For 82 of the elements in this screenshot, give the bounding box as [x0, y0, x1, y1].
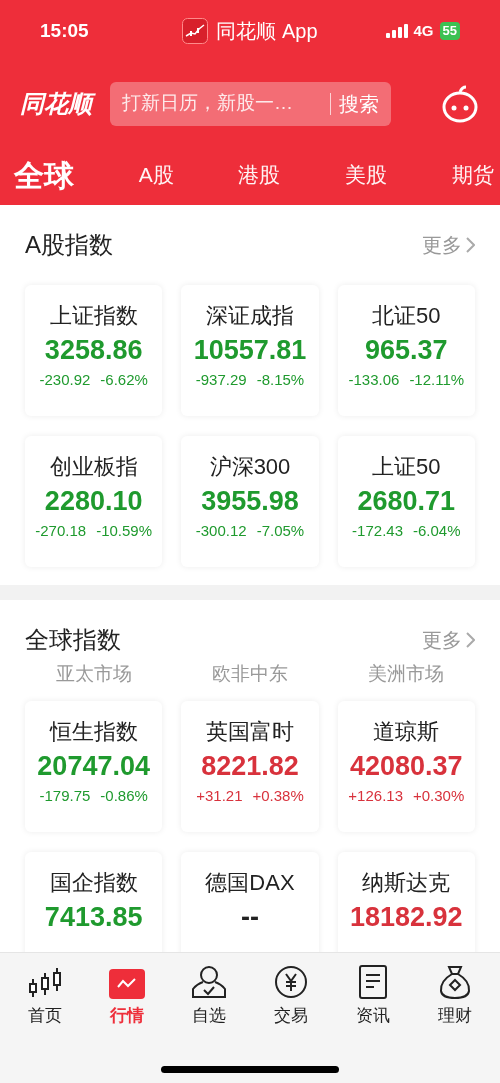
index-value: 8221.82: [201, 749, 299, 783]
change-percent: -0.86%: [100, 785, 148, 806]
index-card[interactable]: 上证50 2680.71 -172.43 -6.04%: [337, 436, 475, 567]
market-tab[interactable]: A股: [138, 159, 174, 191]
index-name: 英国富时: [206, 717, 294, 746]
network-label: 4G: [413, 20, 434, 41]
index-name: 德国DAX: [205, 868, 295, 897]
nav-tab[interactable]: 行情: [102, 963, 152, 1029]
index-card[interactable]: 恒生指数 20747.04 -179.75 -0.86%: [25, 700, 163, 832]
index-name: 纳斯达克: [362, 868, 451, 897]
index-card[interactable]: 上证指数 3258.86 -230.92 -6.62%: [25, 285, 163, 416]
candlestick-icon: [28, 967, 62, 999]
index-name: 国企指数: [49, 868, 138, 897]
index-value: 7413.85: [44, 900, 143, 934]
market-tab[interactable]: 期货: [451, 159, 494, 191]
change-value: -937.29: [195, 370, 247, 390]
index-card[interactable]: 深证成指 10557.81 -937.29 -8.15%: [181, 285, 319, 416]
chart-icon: [109, 969, 145, 999]
change-percent: +0.30%: [413, 785, 465, 806]
status-time: 15:05: [40, 18, 90, 43]
index-card[interactable]: 创业板指 2280.10 -270.18 -10.59%: [25, 436, 163, 567]
change-value: -172.43: [352, 521, 403, 541]
index-name: 沪深300: [209, 453, 291, 481]
change-percent: -12.11%: [409, 370, 465, 390]
change-value: -300.12: [195, 521, 247, 541]
change-percent: -6.62%: [100, 370, 148, 390]
change-value: +126.13: [348, 785, 403, 806]
index-card[interactable]: 纳斯达克 18182.92: [337, 851, 475, 952]
market-tab[interactable]: 全球: [14, 152, 74, 198]
yen-coin-icon: [274, 965, 308, 999]
index-value: 20747.04: [37, 749, 150, 783]
change-value: -179.75: [39, 785, 91, 806]
index-value: 10557.81: [193, 334, 307, 367]
index-name: 北证50: [372, 302, 441, 330]
index-card[interactable]: 道琼斯 42080.37 +126.13 +0.30%: [337, 700, 475, 832]
index-card[interactable]: 德国DAX --: [181, 851, 319, 952]
change-percent: +0.38%: [252, 785, 304, 806]
person-icon: [191, 965, 227, 999]
index-value: 42080.37: [350, 749, 463, 783]
robot-icon[interactable]: [440, 83, 480, 124]
index-value: 3955.98: [201, 485, 299, 518]
change-percent: -10.59%: [96, 521, 153, 541]
change-value: +31.21: [196, 785, 243, 806]
nav-tab[interactable]: 理财: [430, 963, 480, 1029]
index-card[interactable]: 国企指数 7413.85: [25, 851, 163, 952]
index-card[interactable]: 英国富时 8221.82 +31.21 +0.38%: [181, 700, 319, 832]
index-name: 恒生指数: [49, 717, 138, 746]
change-percent: -8.15%: [256, 370, 305, 390]
change-value: -270.18: [35, 521, 87, 541]
market-tab[interactable]: 港股: [238, 159, 281, 191]
change-value: -133.06: [348, 370, 400, 390]
index-name: 上证指数: [49, 302, 138, 330]
index-name: 深证成指: [206, 302, 294, 330]
index-name: 上证50: [372, 453, 441, 481]
chevron-right-icon: [466, 632, 475, 648]
money-bag-icon: [438, 965, 472, 999]
market-tab[interactable]: 美股: [345, 159, 388, 191]
chevron-right-icon: [466, 237, 475, 253]
index-card[interactable]: 沪深300 3955.98 -300.12 -7.05%: [181, 436, 319, 567]
app-title: 同花顺 App: [216, 19, 318, 44]
document-icon: [359, 965, 387, 999]
nav-tab[interactable]: 资讯: [348, 963, 398, 1029]
index-value: 2280.10: [44, 485, 143, 518]
index-value: --: [241, 900, 259, 934]
app-icon: [182, 18, 209, 44]
section-title: A股指数: [25, 230, 113, 260]
signal-icon: [385, 24, 408, 38]
battery-indicator: 55: [439, 22, 460, 40]
change-value: -230.92: [39, 370, 91, 390]
nav-tab[interactable]: 自选: [184, 963, 234, 1029]
index-value: 2680.71: [357, 485, 456, 518]
index-card[interactable]: 北证50 965.37 -133.06 -12.11%: [337, 285, 475, 416]
section-title: 全球指数: [25, 625, 121, 655]
index-value: 965.37: [365, 334, 448, 367]
nav-tab[interactable]: 交易: [266, 963, 316, 1029]
index-value: 18182.92: [350, 900, 463, 934]
index-value: 3258.86: [44, 334, 143, 367]
change-percent: -6.04%: [413, 521, 461, 541]
index-name: 创业板指: [49, 453, 138, 481]
change-percent: -7.05%: [256, 521, 305, 541]
index-name: 道琼斯: [373, 717, 440, 746]
nav-tab[interactable]: 首页: [20, 963, 70, 1029]
